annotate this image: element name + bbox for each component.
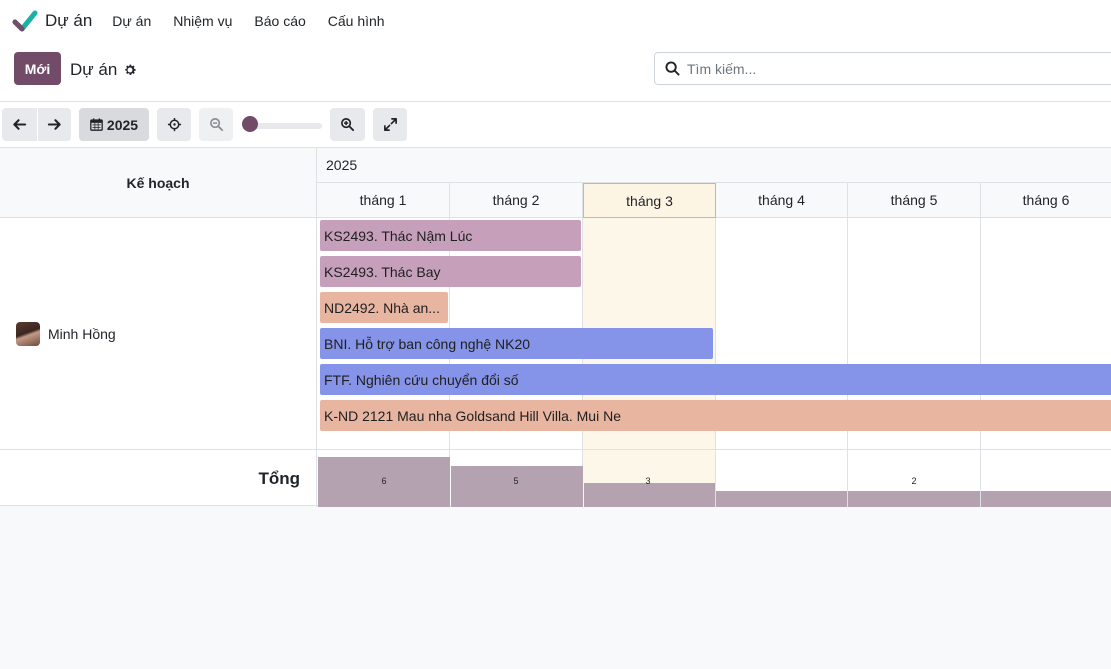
month-header-1: tháng 1 [317,183,450,218]
breadcrumb-current: Dự án [70,60,118,79]
avatar [16,321,40,346]
row-header[interactable]: Minh Hồng [0,218,317,450]
search-bar[interactable] [654,52,1111,85]
arrow-right-icon [47,119,61,130]
zoom-out-button[interactable] [199,108,233,141]
month-header-2: tháng 2 [450,183,583,218]
month-header-4: tháng 4 [716,183,848,218]
row-name: Minh Hồng [48,325,116,342]
focus-today-button[interactable] [157,108,191,141]
crosshairs-icon [167,117,181,132]
total-value-3: 3 [645,476,651,486]
period-button[interactable]: 2025 [79,108,149,141]
menu-configuration[interactable]: Cấu hình [328,13,385,29]
expand-button[interactable] [373,108,407,141]
calendar-icon [90,118,103,131]
totals-row: 6 5 3 2 [317,450,1111,507]
zoom-in-icon [341,118,355,132]
task-bar[interactable]: ND2492. Nhà an... [320,292,448,323]
year-header: 2025 [317,148,1111,183]
total-value-5: 2 [911,476,917,486]
next-button[interactable] [38,108,71,141]
group-header: Kế hoạch [0,148,317,218]
control-panel: Mới Dự án [0,42,1111,102]
gear-icon[interactable] [123,63,137,77]
month-header-5: tháng 5 [848,183,981,218]
task-bar[interactable]: KS2493. Thác Nậm Lúc [320,220,581,251]
arrow-left-icon [13,119,27,130]
search-icon [665,61,680,76]
gantt-toolbar: 2025 [0,102,1111,147]
total-bar-2 [451,466,583,507]
menu-projects[interactable]: Dự án [112,13,151,29]
task-bar[interactable]: FTF. Nghiên cứu chuyển đổi số [320,364,1111,395]
top-navbar: Dự án Dự án Nhiệm vụ Báo cáo Cấu hình [0,0,1111,42]
total-bar-5 [848,491,980,507]
month-header-3: tháng 3 [583,183,716,218]
total-value-1: 6 [381,476,387,486]
menu-reports[interactable]: Báo cáo [254,13,305,29]
app-title[interactable]: Dự án [45,11,92,31]
previous-button[interactable] [2,108,37,141]
new-button[interactable]: Mới [14,52,61,85]
totals-label: Tổng [0,450,317,507]
total-value-2: 5 [513,476,519,486]
period-label: 2025 [106,116,139,133]
menu-tasks[interactable]: Nhiệm vụ [173,13,232,29]
total-bar-4 [716,491,847,507]
task-bar[interactable]: KS2493. Thác Bay [320,256,581,287]
expand-icon [383,118,397,131]
app-logo-icon[interactable] [12,8,38,34]
breadcrumb: Dự án [70,60,137,80]
month-header-6: tháng 6 [981,183,1111,218]
search-input[interactable] [687,60,1067,77]
zoom-out-icon [209,118,223,132]
gantt-view: Kế hoạch 2025 tháng 1 tháng 2 tháng 3 th… [0,147,1111,507]
total-bar-6 [981,491,1111,507]
zoom-in-button[interactable] [330,108,365,141]
task-bar[interactable]: BNI. Hỗ trợ ban công nghệ NK20 [320,328,713,359]
total-bar-3 [584,483,715,507]
zoom-slider-thumb[interactable] [242,116,258,132]
task-bar[interactable]: K-ND 2121 Mau nha Goldsand Hill Villa. M… [320,400,1111,431]
